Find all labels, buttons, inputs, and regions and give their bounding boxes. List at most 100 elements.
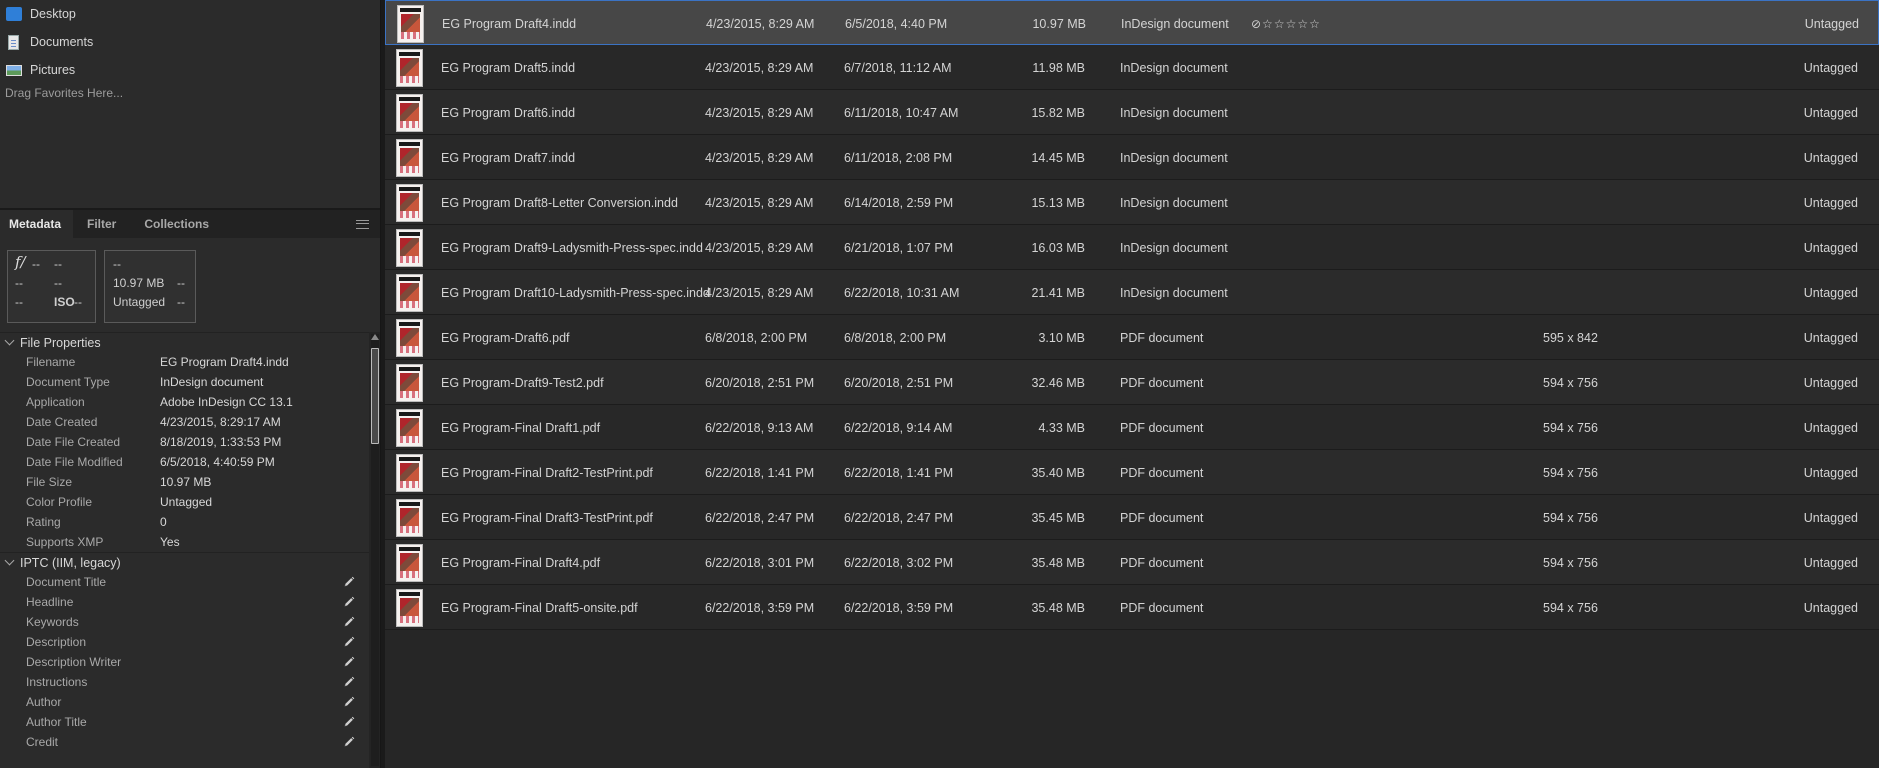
edit-pencil-icon[interactable] — [343, 736, 355, 748]
file-label: Untagged — [1803, 420, 1858, 435]
property-value: Yes — [160, 535, 180, 549]
edit-pencil-icon[interactable] — [343, 616, 355, 628]
edit-pencil-icon[interactable] — [343, 716, 355, 728]
scrollbar-thumb[interactable] — [371, 348, 379, 444]
file-row[interactable]: EG Program Draft8-Letter Conversion.indd… — [385, 180, 1879, 225]
file-date-modified: 6/22/2018, 1:41 PM — [844, 465, 954, 480]
file-thumbnail[interactable] — [396, 319, 423, 357]
file-row[interactable]: EG Program-Draft9-Test2.pdf 6/20/2018, 2… — [385, 360, 1879, 405]
iso-label: ISO — [54, 295, 75, 309]
file-row[interactable]: EG Program-Draft6.pdf 6/8/2018, 2:00 PM … — [385, 315, 1879, 360]
iptc-row[interactable]: Instructions — [0, 672, 369, 692]
file-row[interactable]: EG Program Draft4.indd 4/23/2015, 8:29 A… — [385, 0, 1879, 45]
favorite-desktop[interactable]: Desktop — [0, 0, 380, 28]
scroll-up-icon[interactable] — [371, 334, 379, 340]
file-row[interactable]: EG Program-Final Draft5-onsite.pdf 6/22/… — [385, 585, 1879, 630]
file-size: 3.10 MB — [1038, 330, 1085, 345]
bit-depth-value: -- — [177, 295, 185, 309]
iptc-header[interactable]: IPTC (IIM, legacy) — [0, 552, 369, 572]
file-thumbnail[interactable] — [396, 184, 423, 222]
tab-metadata[interactable]: Metadata — [0, 210, 74, 238]
file-thumbnail[interactable] — [396, 229, 423, 267]
file-dimensions: 594 x 756 — [1543, 555, 1598, 570]
file-type: PDF document — [1120, 465, 1204, 480]
file-thumbnail[interactable] — [396, 364, 423, 402]
file-properties-header[interactable]: File Properties — [0, 332, 369, 352]
file-label: Untagged — [1803, 375, 1858, 390]
file-thumbnail[interactable] — [396, 49, 423, 87]
file-row[interactable]: EG Program-Final Draft2-TestPrint.pdf 6/… — [385, 450, 1879, 495]
file-date-created: 4/23/2015, 8:29 AM — [705, 285, 814, 300]
file-name: EG Program Draft8-Letter Conversion.indd — [441, 195, 678, 210]
file-label: Untagged — [1803, 465, 1858, 480]
iptc-row[interactable]: Headline — [0, 592, 369, 612]
chevron-down-icon — [4, 555, 15, 566]
file-date-created: 6/22/2018, 9:13 AM — [705, 420, 814, 435]
favorite-pictures[interactable]: Pictures — [0, 56, 380, 84]
file-row[interactable]: EG Program-Final Draft4.pdf 6/22/2018, 3… — [385, 540, 1879, 585]
file-size: 4.33 MB — [1038, 420, 1085, 435]
file-thumbnail[interactable] — [396, 409, 423, 447]
file-type: InDesign document — [1121, 16, 1229, 31]
file-row[interactable]: EG Program Draft7.indd 4/23/2015, 8:29 A… — [385, 135, 1879, 180]
file-date-modified: 6/20/2018, 2:51 PM — [844, 375, 954, 390]
content-panel: EG Program Draft4.indd 4/23/2015, 8:29 A… — [385, 0, 1879, 768]
panel-menu-icon[interactable] — [356, 219, 369, 229]
edit-pencil-icon[interactable] — [343, 576, 355, 588]
file-row[interactable]: EG Program-Final Draft1.pdf 6/22/2018, 9… — [385, 405, 1879, 450]
property-row: Document Type InDesign document — [0, 372, 369, 392]
edit-pencil-icon[interactable] — [343, 696, 355, 708]
edit-pencil-icon[interactable] — [343, 656, 355, 668]
file-thumbnail[interactable] — [396, 499, 423, 537]
file-thumbnail[interactable] — [396, 139, 423, 177]
file-size: 15.82 MB — [1031, 105, 1085, 120]
property-key: Keywords — [26, 615, 79, 629]
left-panel: Desktop Documents Pictures Drag Favorite… — [0, 0, 381, 768]
file-name: EG Program Draft6.indd — [441, 105, 576, 120]
iptc-row[interactable]: Description — [0, 632, 369, 652]
file-thumbnail[interactable] — [396, 274, 423, 312]
iptc-row[interactable]: Keywords — [0, 612, 369, 632]
metadata-properties: File Properties Filename EG Program Draf… — [0, 332, 369, 768]
file-type: PDF document — [1120, 420, 1204, 435]
file-row[interactable]: EG Program-Final Draft3-TestPrint.pdf 6/… — [385, 495, 1879, 540]
file-thumbnail[interactable] — [396, 544, 423, 582]
file-row[interactable]: EG Program Draft9-Ladysmith-Press-spec.i… — [385, 225, 1879, 270]
file-date-created: 6/20/2018, 2:51 PM — [705, 375, 815, 390]
file-row[interactable]: EG Program Draft10-Ladysmith-Press-spec.… — [385, 270, 1879, 315]
file-row[interactable]: EG Program Draft5.indd 4/23/2015, 8:29 A… — [385, 45, 1879, 90]
file-dimensions: 594 x 756 — [1543, 420, 1598, 435]
file-thumbnail[interactable] — [396, 454, 423, 492]
file-thumbnail[interactable] — [396, 589, 423, 627]
file-rating-stars[interactable]: ⊘☆☆☆☆☆ — [1251, 1, 1321, 46]
iptc-row[interactable]: Document Title — [0, 572, 369, 592]
iptc-row[interactable]: Credit — [0, 732, 369, 752]
property-key: Credit — [26, 735, 59, 749]
file-name: EG Program-Final Draft3-TestPrint.pdf — [441, 510, 653, 525]
tab-filter[interactable]: Filter — [73, 210, 130, 238]
file-name: EG Program Draft4.indd — [442, 16, 577, 31]
edit-pencil-icon[interactable] — [343, 636, 355, 648]
shutter-value: -- — [54, 257, 62, 271]
edit-pencil-icon[interactable] — [343, 676, 355, 688]
metadata-scrollbar[interactable] — [369, 332, 380, 768]
property-value: 10.97 MB — [160, 475, 212, 489]
file-thumbnail[interactable] — [396, 94, 423, 132]
file-row[interactable]: EG Program Draft6.indd 4/23/2015, 8:29 A… — [385, 90, 1879, 135]
file-type: PDF document — [1120, 375, 1204, 390]
iptc-row[interactable]: Author Title — [0, 712, 369, 732]
edit-pencil-icon[interactable] — [343, 596, 355, 608]
file-date-modified: 6/11/2018, 2:08 PM — [844, 150, 953, 165]
favorite-documents[interactable]: Documents — [0, 28, 380, 56]
tab-collections[interactable]: Collections — [130, 210, 223, 238]
property-value: 6/5/2018, 4:40:59 PM — [160, 455, 275, 469]
iptc-row[interactable]: Author — [0, 692, 369, 712]
file-label: Untagged — [1803, 150, 1858, 165]
file-type: PDF document — [1120, 555, 1204, 570]
section-title: IPTC (IIM, legacy) — [20, 555, 121, 570]
file-thumbnail[interactable] — [397, 5, 424, 43]
property-value: 0 — [160, 515, 167, 529]
file-name: EG Program-Final Draft4.pdf — [441, 555, 601, 570]
iptc-row[interactable]: Description Writer — [0, 652, 369, 672]
file-date-modified: 6/22/2018, 3:59 PM — [844, 600, 954, 615]
